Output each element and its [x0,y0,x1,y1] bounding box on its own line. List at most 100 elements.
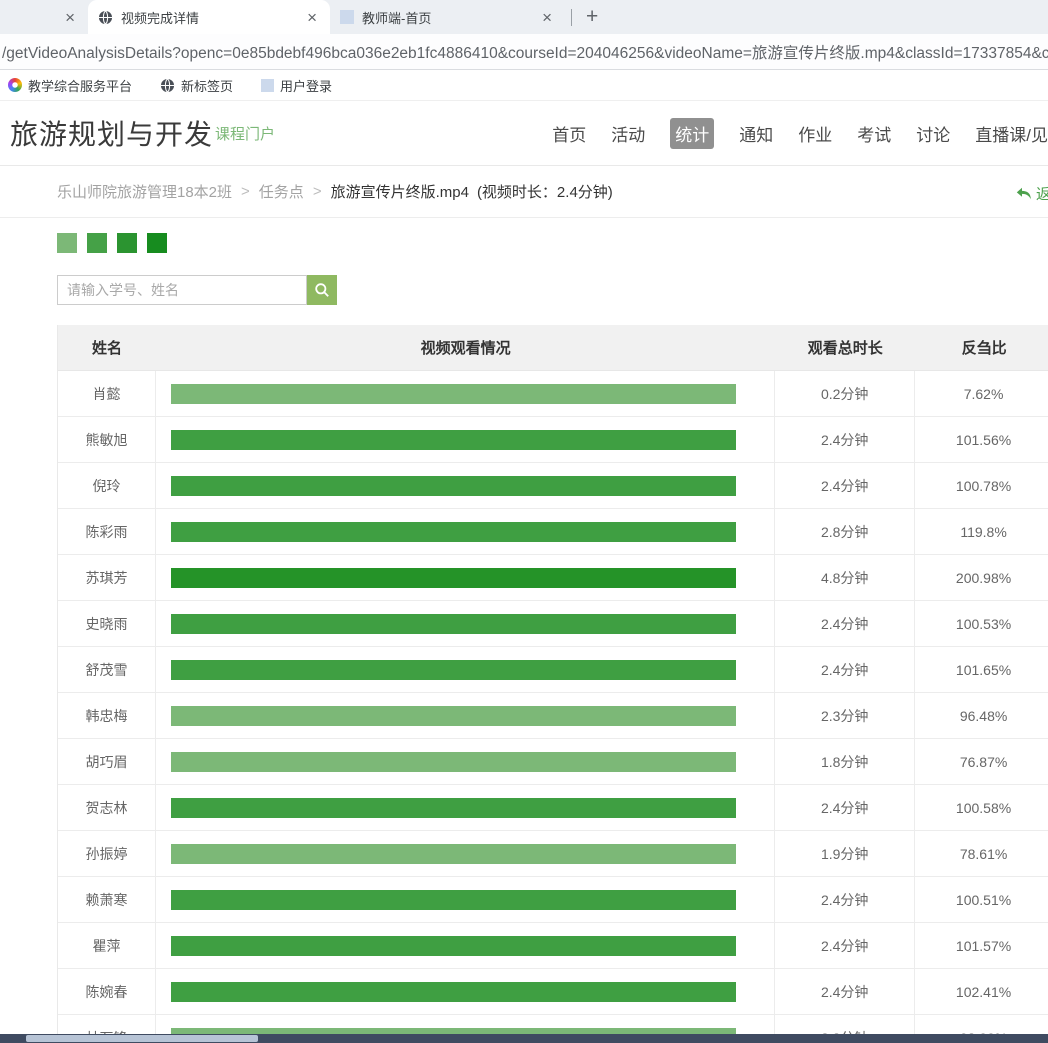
watch-bar-cell [156,923,775,968]
globe-icon [98,10,113,25]
tab-close-icon[interactable]: × [539,9,555,26]
student-name: 史晓雨 [58,601,156,646]
table-header-row: 姓名视频观看情况观看总时长反刍比 [58,325,1048,371]
bookmark-item[interactable]: 用户登录 [261,76,332,95]
watch-progress-bar [171,706,736,726]
rumination-ratio: 102.41% [915,969,1048,1014]
watch-duration: 2.4分钟 [775,463,915,508]
legend-swatch [147,233,167,253]
nav-item-active[interactable]: 统计 [670,118,714,149]
breadcrumb-taskpoint[interactable]: 任务点 [259,181,304,202]
favicon-square-icon [340,10,354,24]
table-row: 史晓雨2.4分钟100.53% [58,601,1048,647]
watch-bar-cell [156,647,775,692]
watch-progress-bar [171,890,736,910]
table-row: 陈彩雨2.8分钟119.8% [58,509,1048,555]
watch-duration: 2.4分钟 [775,417,915,462]
student-name: 舒茂雪 [58,647,156,692]
watch-bar-cell [156,739,775,784]
watch-bar-cell [156,509,775,554]
nav-item-link[interactable]: 考试 [857,121,891,146]
back-label: 返回 [1036,183,1048,204]
back-arrow-icon [1016,187,1032,201]
course-nav: 首页活动统计通知作业考试讨论直播课/见 [552,118,1048,149]
student-name: 肖懿 [58,371,156,416]
watch-progress-bar [171,752,736,772]
search-icon [314,282,330,298]
bookmark-item[interactable]: 新标签页 [160,76,233,95]
rumination-ratio: 101.57% [915,923,1048,968]
course-header: 旅游规划与开发 课程门户 首页活动统计通知作业考试讨论直播课/见 [0,101,1048,166]
url-bar[interactable]: /getVideoAnalysisDetails?openc=0e85bdebf… [0,34,1048,70]
watch-bar-cell [156,785,775,830]
rumination-ratio: 76.87% [915,739,1048,784]
watch-duration: 0.2分钟 [775,371,915,416]
watch-duration: 2.4分钟 [775,877,915,922]
breadcrumb-class[interactable]: 乐山师院旅游管理18本2班 [57,181,232,202]
watch-progress-bar [171,430,736,450]
watch-duration: 2.8分钟 [775,509,915,554]
watch-progress-bar [171,522,736,542]
rumination-ratio: 7.62% [915,371,1048,416]
table-row: 苏琪芳4.8分钟200.98% [58,555,1048,601]
watch-progress-bar [171,384,736,404]
new-tab-button[interactable]: + [572,5,612,29]
student-name: 胡巧眉 [58,739,156,784]
rumination-ratio: 100.58% [915,785,1048,830]
table-row: 肖懿 0.2分钟7.62% [58,371,1048,417]
rumination-ratio: 96.48% [915,693,1048,738]
favicon-square-icon [261,79,274,92]
watch-duration: 2.4分钟 [775,785,915,830]
table-row: 倪玲2.4分钟100.78% [58,463,1048,509]
watch-progress-bar [171,798,736,818]
back-link[interactable]: 返回 [1016,183,1048,204]
tab-close-icon[interactable]: × [62,9,78,26]
nav-item-link[interactable]: 直播课/见 [975,121,1048,146]
watch-duration: 2.4分钟 [775,601,915,646]
course-subtitle: 课程门户 [215,123,275,144]
watch-count-legend [57,233,1048,253]
watch-duration: 2.4分钟 [775,969,915,1014]
horizontal-scrollbar-thumb[interactable] [26,1035,258,1042]
nav-item-link[interactable]: 活动 [611,121,645,146]
table-row: 胡巧眉 1.8分钟76.87% [58,739,1048,785]
table-row: 瞿萍2.4分钟101.57% [58,923,1048,969]
rumination-ratio: 101.65% [915,647,1048,692]
table-row: 韩忠梅2.3分钟96.48% [58,693,1048,739]
watch-bar-cell [156,417,775,462]
search-button[interactable] [307,275,337,305]
column-header: 姓名 [58,325,156,370]
bookmark-item[interactable]: 教学综合服务平台 [8,76,132,95]
column-header: 观看总时长 [775,325,915,370]
watch-progress-bar [171,568,736,588]
rumination-ratio: 78.61% [915,831,1048,876]
column-header: 反刍比 [915,325,1048,370]
watch-progress-bar [171,844,736,864]
browser-tab[interactable]: × [0,0,88,34]
url-text: /getVideoAnalysisDetails?openc=0e85bdebf… [2,41,1048,63]
nav-item-link[interactable]: 通知 [739,121,773,146]
watch-progress-bar [171,936,736,956]
nav-item-link[interactable]: 讨论 [916,121,950,146]
watch-bar-cell [156,463,775,508]
table-row: 赖萧寒2.4分钟100.51% [58,877,1048,923]
browser-tab[interactable]: 视频完成详情× [88,0,330,34]
watch-duration: 1.8分钟 [775,739,915,784]
nav-item-link[interactable]: 首页 [552,121,586,146]
table-row: 熊敏旭2.4分钟101.56% [58,417,1048,463]
search-input[interactable] [57,275,307,305]
watch-bar-cell [156,969,775,1014]
watch-duration: 2.4分钟 [775,647,915,692]
watch-bar-cell [156,555,775,600]
watch-duration: 2.4分钟 [775,923,915,968]
browser-tab[interactable]: 教师端-首页× [330,0,565,34]
video-duration-note: (视频时长：2.4分钟) [477,181,613,202]
tab-close-icon[interactable]: × [304,9,320,26]
table-row: 孙振婷1.9分钟78.61% [58,831,1048,877]
nav-item-link[interactable]: 作业 [798,121,832,146]
student-name: 陈婉春 [58,969,156,1014]
bookmark-label: 用户登录 [280,76,332,95]
watch-duration: 2.3分钟 [775,693,915,738]
rumination-ratio: 119.8% [915,509,1048,554]
student-name: 孙振婷 [58,831,156,876]
